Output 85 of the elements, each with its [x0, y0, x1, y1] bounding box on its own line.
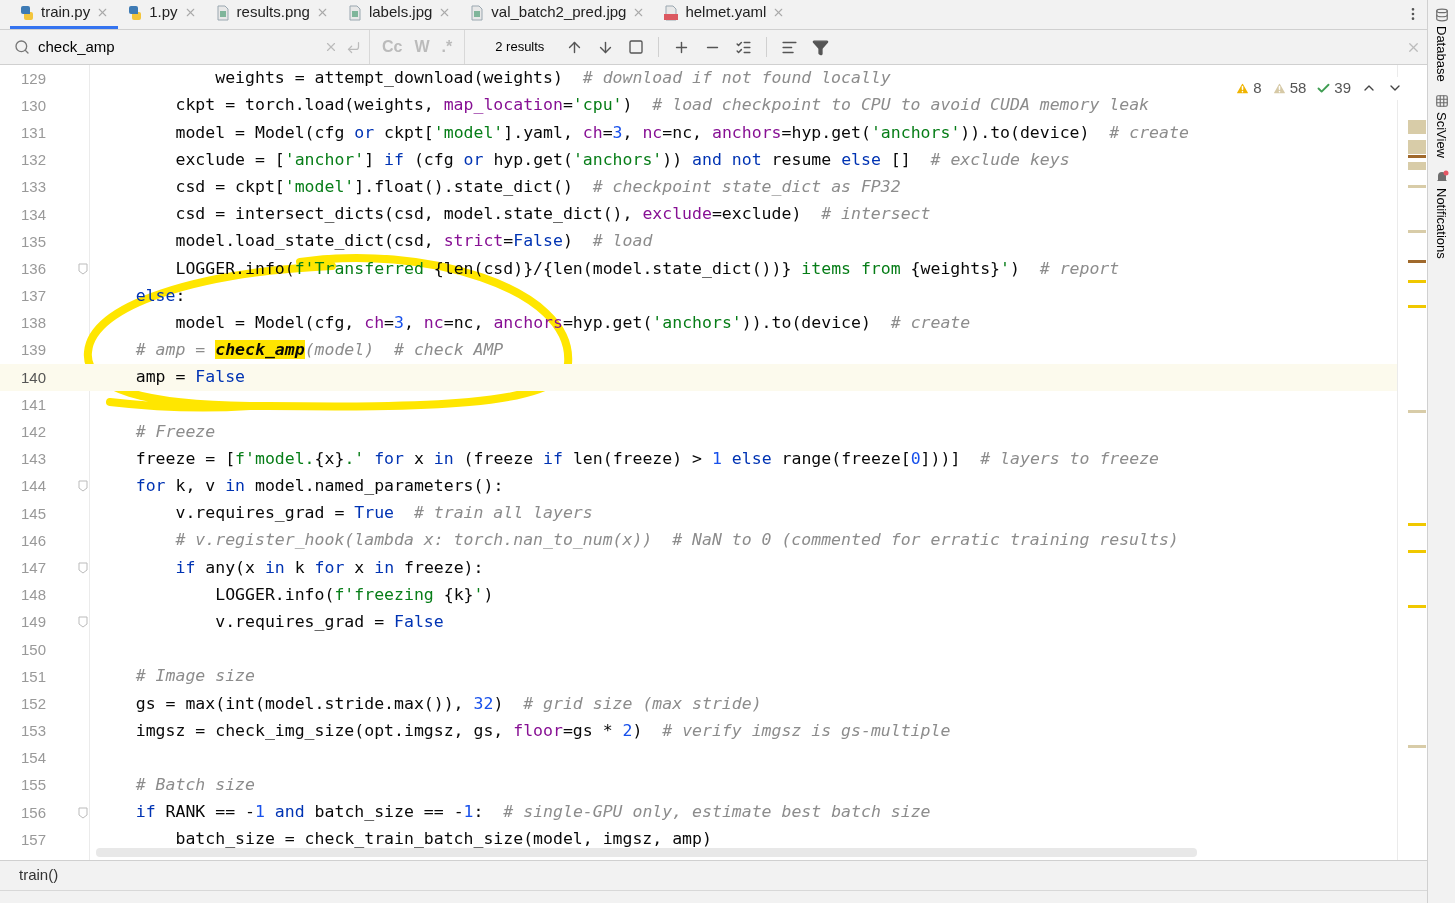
- code-line: # Image size: [134, 665, 255, 688]
- code-line: LOGGER.info(f'freezing {k}'): [214, 583, 494, 606]
- code-line: # v.register_hook(lambda x: torch.nan_to_num(x)) # NaN to 0 (commented for erratic training results): [174, 529, 1179, 552]
- code-line: gs = max(int(model.stride.max()), 32) # grid size (max stride): [134, 692, 762, 715]
- line-number: 153: [20, 722, 46, 740]
- image-file-icon: [346, 4, 363, 21]
- code-line: freeze = [f'model.{x}.' for x in (freeze if len(freeze) > 1 else range(freeze[0]))] # layers to freeze: [134, 447, 1160, 470]
- line-number: 154: [20, 749, 46, 767]
- tool-window-tab[interactable]: SciView: [1431, 93, 1452, 158]
- line-number: 148: [20, 586, 46, 604]
- line-number: 137: [20, 287, 46, 305]
- grid-icon: [1434, 93, 1449, 108]
- line-number: 146: [20, 531, 46, 549]
- line-number: 151: [20, 667, 46, 685]
- line-number: 147: [20, 558, 46, 576]
- yaml-file-icon: [663, 4, 680, 21]
- editor-tab[interactable]: helmet.yaml: [654, 0, 795, 29]
- fold-marker-icon[interactable]: [78, 806, 88, 819]
- code-line: if any(x in k for x in freeze):: [174, 556, 484, 579]
- code-line: model = Model(cfg or ckpt['model'].yaml, ch=3, nc=nc, anchors=hyp.get('anchors')).to(device) # create: [174, 121, 1189, 144]
- fold-marker-icon[interactable]: [78, 616, 88, 629]
- line-number: 138: [20, 314, 46, 332]
- image-file-icon: [214, 4, 231, 21]
- results-count: 2 results: [495, 38, 545, 57]
- code-line: csd = intersect_dicts(csd, model.state_dict(), exclude=exclude) # intersect: [174, 203, 931, 226]
- code-line: exclude = ['anchor'] if (cfg or hyp.get('anchors')) and not resume else [] # exclude keys: [174, 148, 1070, 171]
- line-number: 131: [20, 123, 46, 141]
- select-all-icon[interactable]: [628, 39, 645, 55]
- code-line: batch_size = check_train_batch_size(model, imgsz, amp): [174, 828, 712, 851]
- line-number: 134: [20, 205, 46, 223]
- editor-tab[interactable]: labels.jpg: [337, 0, 461, 29]
- fold-marker-icon[interactable]: [78, 561, 88, 574]
- line-number: 139: [20, 341, 46, 359]
- line-number: 130: [20, 96, 46, 114]
- search-icon: [14, 39, 30, 55]
- line-number: 157: [20, 830, 46, 848]
- inspection-counter[interactable]: 58: [1271, 77, 1307, 100]
- line-number: 133: [20, 178, 46, 196]
- code-line: v.requires_grad = False: [214, 610, 444, 633]
- code-line: csd = ckpt['model'].float().state_dict() # checkpoint state_dict as FP32: [174, 175, 901, 198]
- line-number: 129: [20, 69, 46, 87]
- line-number: 156: [20, 803, 46, 821]
- fold-marker-icon[interactable]: [78, 262, 88, 275]
- line-number: 132: [20, 151, 46, 169]
- line-number: 144: [20, 477, 46, 495]
- newline-icon[interactable]: [346, 39, 361, 55]
- code-line: amp = False: [134, 366, 245, 389]
- code-line: model.load_state_dict(csd, strict=False) # load: [174, 230, 653, 253]
- code-line: if RANK == -1 and batch_size == -1: # single-GPU only, estimate best batch size: [134, 801, 931, 824]
- line-number: 145: [20, 504, 46, 522]
- line-number: 152: [20, 694, 46, 712]
- image-file-icon: [469, 4, 486, 21]
- line-number: 141: [20, 395, 46, 413]
- python-file-icon: [127, 4, 144, 21]
- breadcrumb[interactable]: train(): [19, 864, 59, 887]
- code-line: # Batch size: [134, 774, 255, 797]
- tool-window-tab[interactable]: Database: [1431, 8, 1452, 82]
- clear-icon[interactable]: [324, 40, 338, 54]
- editor-tab[interactable]: results.png: [205, 0, 338, 29]
- editor-tab[interactable]: 1.py: [118, 0, 206, 29]
- python-file-icon: [19, 4, 35, 21]
- line-number: 140: [20, 368, 46, 386]
- code-line: weights = attempt_download(weights) # download if not found locally: [214, 67, 891, 90]
- inspection-counter[interactable]: 39: [1316, 77, 1351, 100]
- line-number: 143: [20, 450, 46, 468]
- code-line: ckpt = torch.load(weights, map_location='cpu') # load checkpoint to CPU to avoid CUDA memory leak: [174, 94, 1150, 117]
- inspection-counter[interactable]: 8: [1235, 77, 1262, 100]
- filter-icon[interactable]: [812, 38, 830, 56]
- line-number: 155: [20, 776, 46, 794]
- line-number: 135: [20, 232, 46, 250]
- code-line: v.requires_grad = True # train all layers: [174, 502, 593, 525]
- code-line: # amp = check_amp(model) # check AMP: [134, 339, 504, 362]
- line-number: 149: [20, 613, 46, 631]
- line-number: 142: [20, 423, 46, 441]
- code-line: for k, v in model.named_parameters():: [134, 475, 504, 498]
- line-number: 150: [20, 640, 46, 658]
- database-icon: [1434, 8, 1449, 22]
- fold-marker-icon[interactable]: [78, 480, 88, 493]
- tool-window-tab[interactable]: Notifications: [1431, 169, 1452, 259]
- warning-icon: [1271, 80, 1287, 96]
- editor-tab[interactable]: val_batch2_pred.jpg: [460, 0, 655, 29]
- code-line: imgsz = check_img_size(opt.imgsz, gs, floor=gs * 2) # verify imgsz is gs-multiple: [134, 719, 951, 742]
- code-line: # Freeze: [134, 420, 216, 443]
- search-field[interactable]: check_amp: [0, 30, 370, 64]
- line-number: 136: [20, 259, 46, 277]
